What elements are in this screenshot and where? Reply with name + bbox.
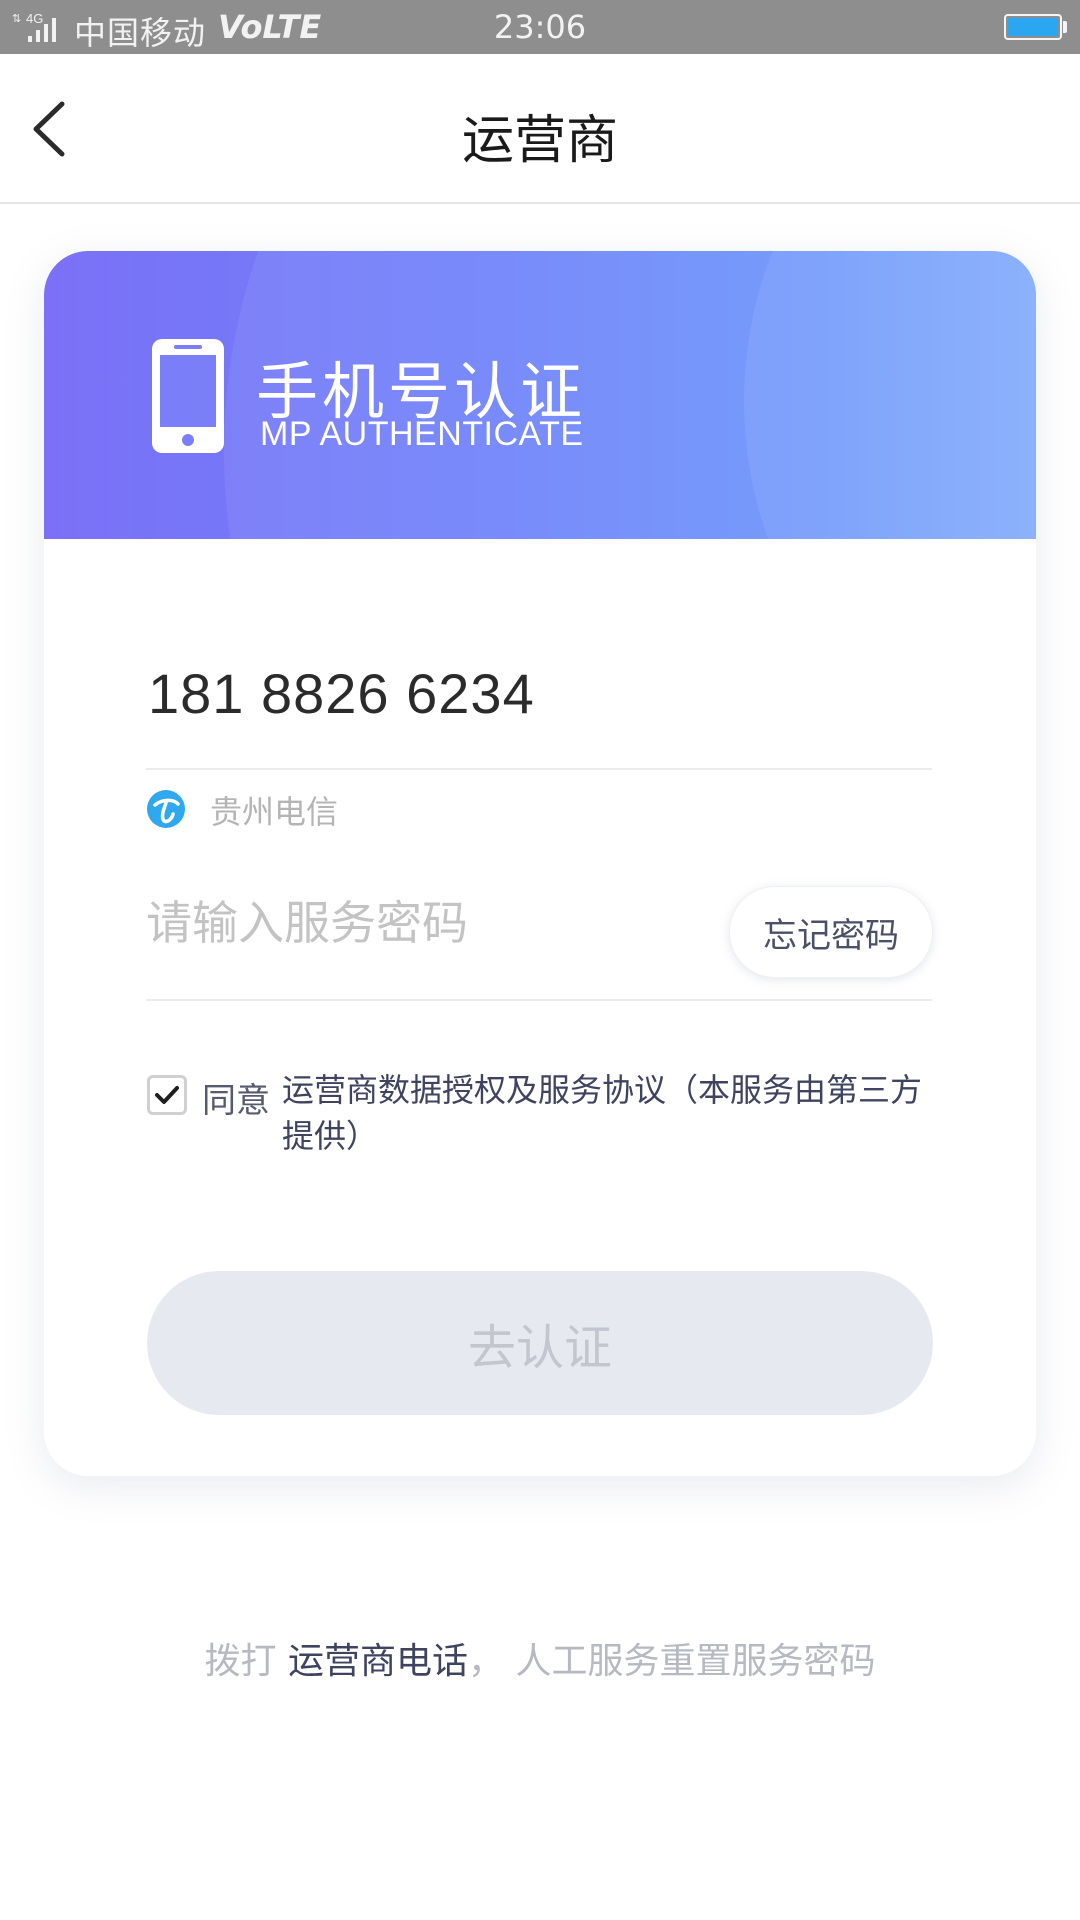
authenticate-button[interactable]: 去认证: [147, 1271, 933, 1415]
service-password-input[interactable]: [146, 883, 706, 963]
battery-fill: [1008, 18, 1058, 36]
agree-checkbox[interactable]: [147, 1075, 187, 1115]
auth-card: 手机号认证 MP AUTHENTICATE 181 8826 6234 贵州电信…: [44, 251, 1036, 1476]
footer-suffix: ， 人工服务重置服务密码: [468, 1641, 876, 1682]
phone-number: 181 8826 6234: [148, 662, 535, 725]
status-time: 23:06: [493, 8, 587, 46]
footer-hint: 拨打 运营商电话， 人工服务重置服务密码: [0, 1632, 1080, 1684]
divider: [146, 999, 932, 1001]
operator-phone-link[interactable]: 运营商电话: [288, 1641, 468, 1682]
service-agreement-link[interactable]: 运营商数据授权及服务协议（本服务由第三方提供）: [282, 1067, 942, 1159]
battery-icon: [1004, 14, 1062, 40]
nav-header: 运营商: [0, 54, 1080, 204]
status-bar: ⇅ 4G 中国移动 VoLTE 23:06: [0, 0, 1080, 54]
mobile-phone-icon: [152, 339, 224, 453]
banner-subtitle: MP AUTHENTICATE: [260, 415, 584, 453]
battery-cap: [1063, 21, 1067, 33]
footer-prefix: 拨打: [204, 1641, 288, 1682]
forgot-password-label: 忘记密码: [763, 915, 899, 956]
check-icon: [155, 1086, 179, 1104]
divider: [146, 768, 932, 770]
auth-banner: 手机号认证 MP AUTHENTICATE: [44, 251, 1036, 539]
page-title: 运营商: [461, 111, 618, 171]
agree-prefix: 同意: [202, 1081, 270, 1121]
china-telecom-icon: [147, 790, 185, 828]
banner-decoration: [744, 251, 1036, 539]
authenticate-label: 去认证: [467, 1320, 612, 1376]
operator-name: 贵州电信: [210, 793, 339, 831]
forgot-password-button[interactable]: 忘记密码: [729, 886, 933, 978]
